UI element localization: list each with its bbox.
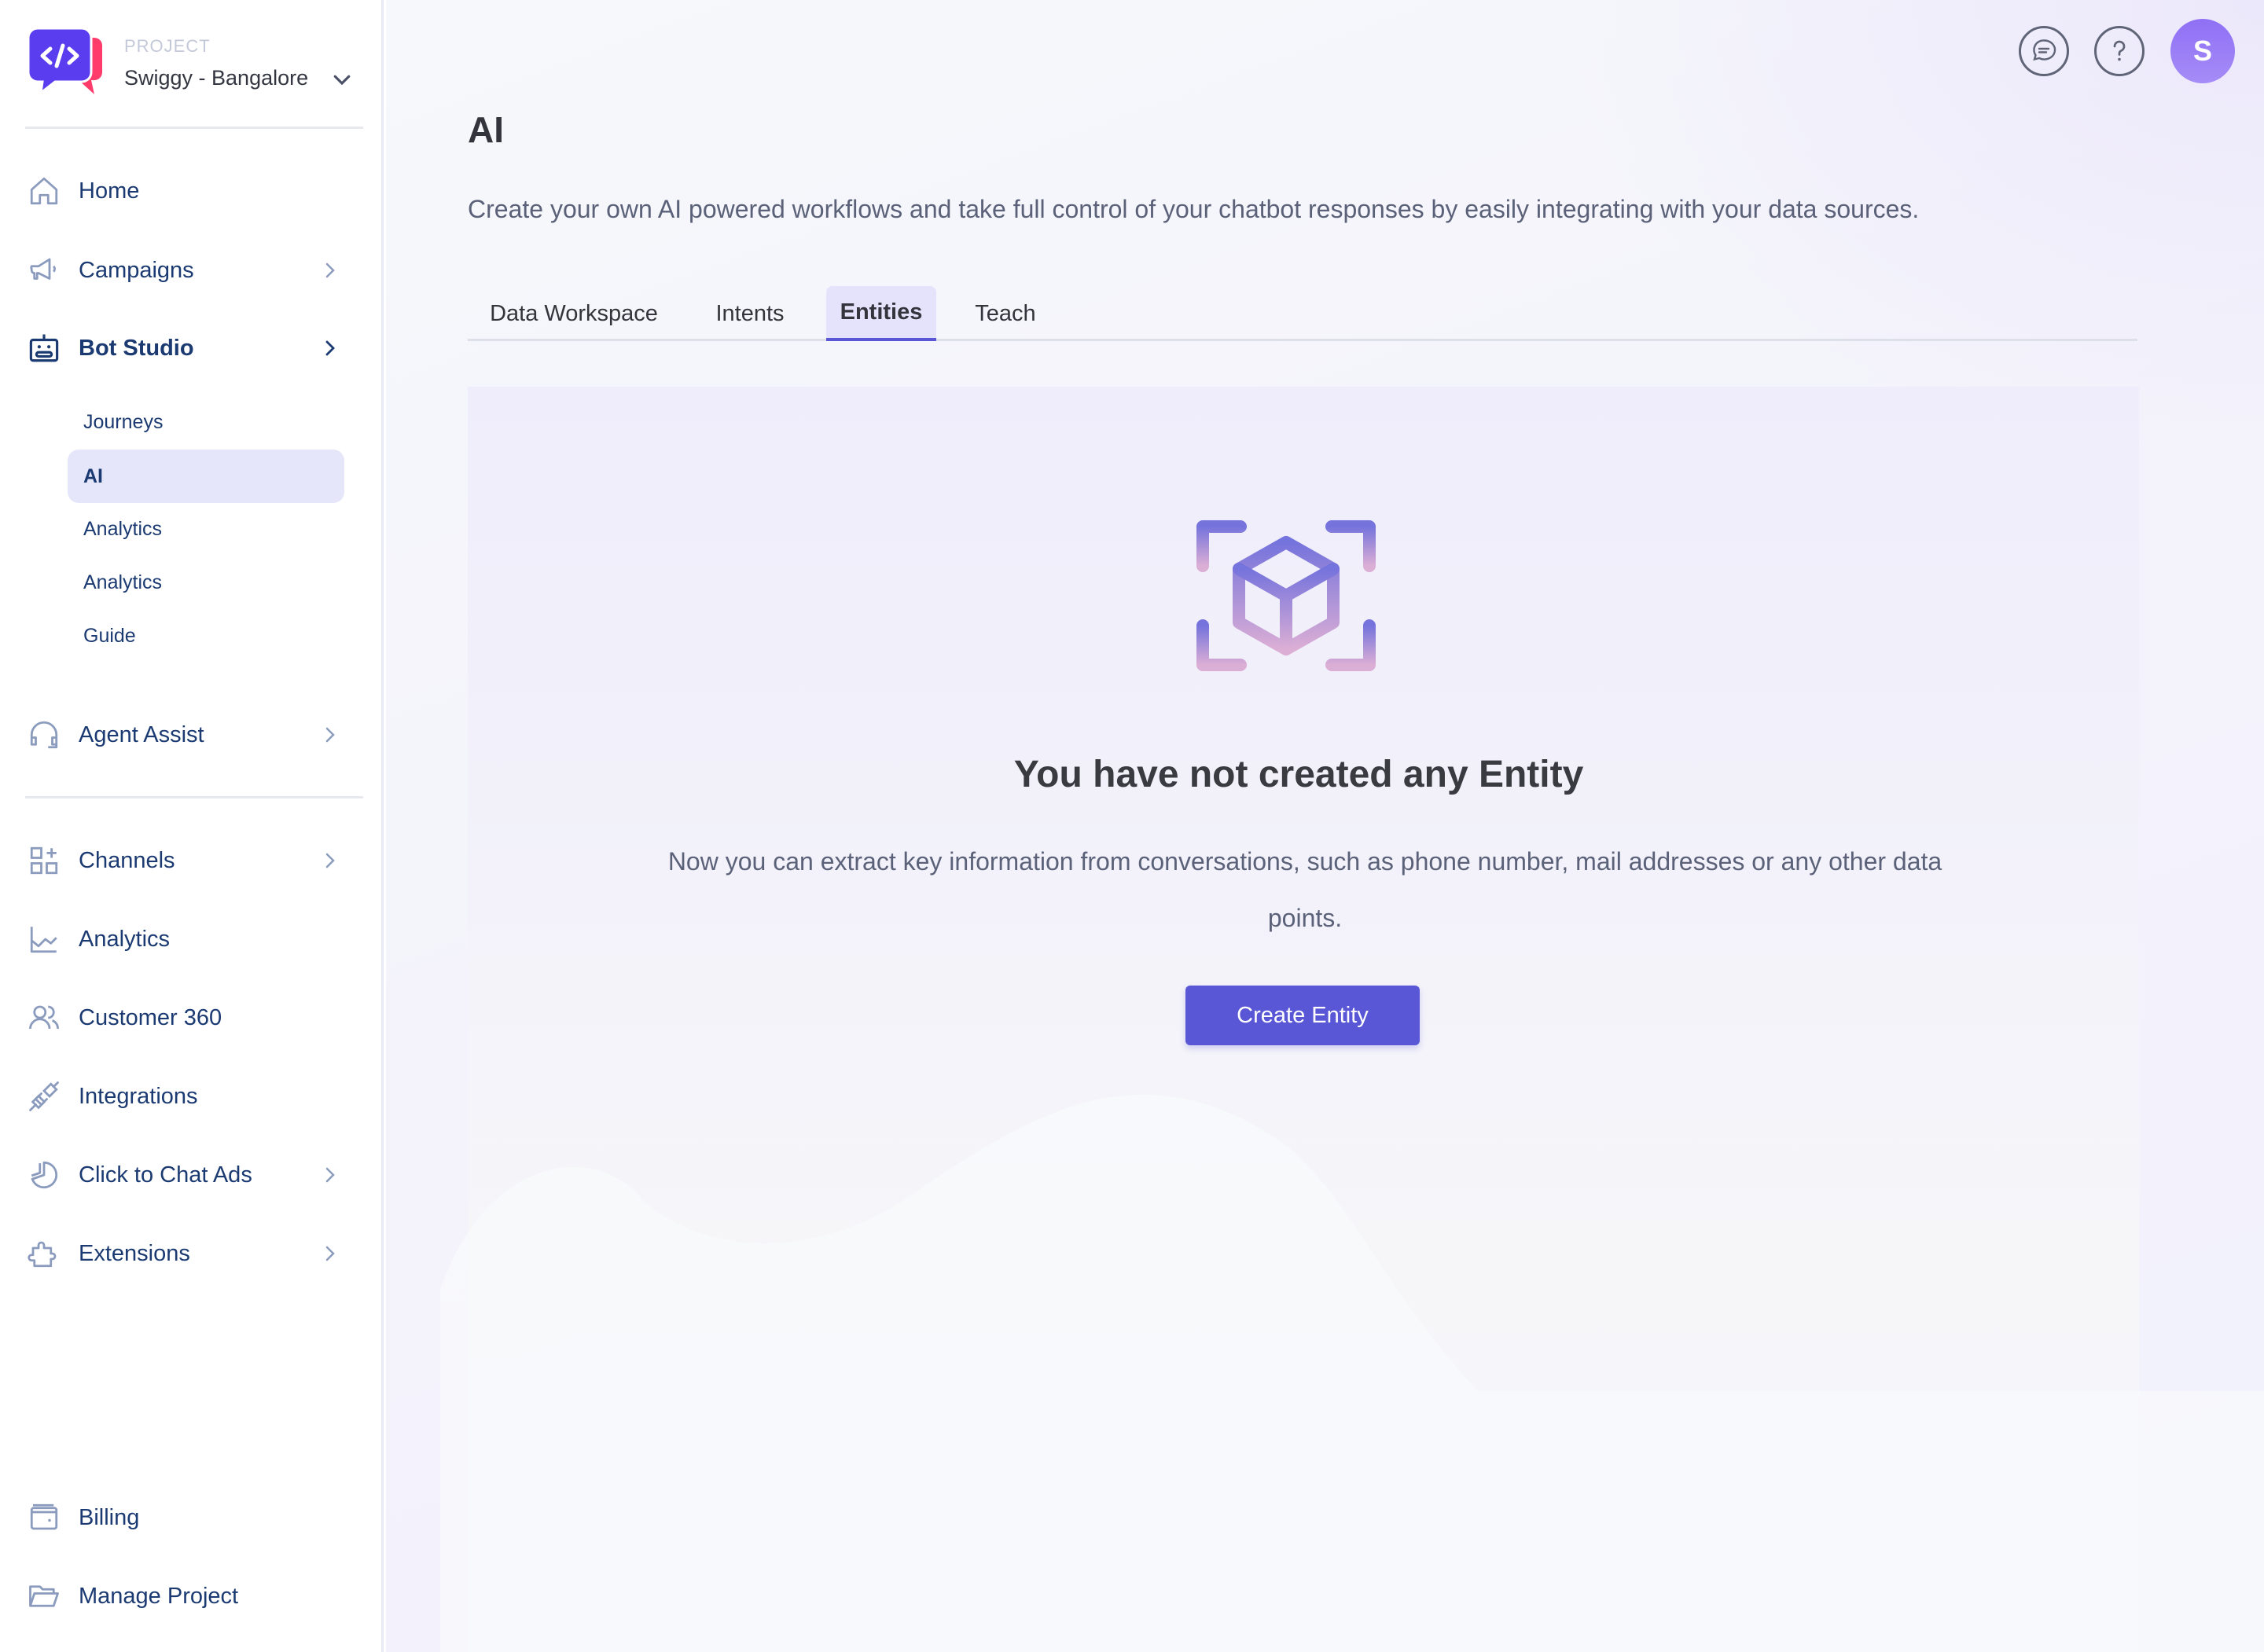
sidebar-item-analytics[interactable]: Analytics	[25, 914, 355, 964]
chevron-right-icon	[325, 1167, 335, 1183]
sidebar-item-channels[interactable]: Channels	[25, 835, 355, 886]
sidebar-subitem-analytics-2[interactable]: Analytics	[68, 556, 344, 609]
background-wave	[440, 1094, 2264, 1652]
sidebar-subitem-label: Analytics	[83, 517, 163, 540]
line-chart-icon	[27, 922, 61, 956]
sidebar-subitem-analytics[interactable]: Analytics	[68, 502, 344, 556]
sidebar-subitem-label: AI	[83, 464, 103, 487]
tab-entities[interactable]: Entities	[826, 286, 936, 341]
chevron-right-icon	[325, 853, 335, 868]
sidebar-subitem-label: Guide	[83, 624, 136, 647]
sidebar-subitem-label: Analytics	[83, 571, 163, 593]
headset-icon	[27, 718, 61, 752]
sidebar-item-label: Extensions	[79, 1240, 190, 1266]
sidebar-item-label: Bot Studio	[79, 335, 194, 361]
sidebar-item-label: Customer 360	[79, 1004, 222, 1030]
project-switcher[interactable]: PROJECT Swiggy - Bangalore	[28, 27, 358, 105]
sidebar-item-agent-assist[interactable]: Agent Assist	[25, 710, 355, 760]
logo-icon	[28, 27, 102, 96]
sidebar-item-click-to-chat-ads[interactable]: Click to Chat Ads	[25, 1150, 355, 1200]
sidebar-item-billing[interactable]: Billing	[25, 1492, 355, 1543]
help-button[interactable]	[2094, 26, 2145, 76]
sidebar-item-customer-360[interactable]: Customer 360	[25, 993, 355, 1043]
sidebar-item-label: Integrations	[79, 1083, 198, 1109]
sidebar-item-extensions[interactable]: Extensions	[25, 1228, 355, 1279]
sidebar-item-label: Billing	[79, 1504, 140, 1530]
megaphone-icon	[27, 253, 61, 288]
sidebar-item-label: Manage Project	[79, 1583, 239, 1609]
sidebar-item-label: Campaigns	[79, 257, 194, 283]
sidebar-item-label: Click to Chat Ads	[79, 1162, 252, 1188]
chevron-down-icon[interactable]	[330, 68, 354, 91]
sidebar-subitem-ai[interactable]: AI	[68, 450, 344, 503]
chat-button[interactable]	[2019, 26, 2069, 76]
avatar[interactable]: S	[2170, 19, 2235, 83]
chevron-right-icon	[325, 340, 335, 356]
sidebar-subitem-guide[interactable]: Guide	[68, 609, 344, 663]
puzzle-icon	[27, 1236, 61, 1271]
bot-icon	[27, 331, 61, 365]
tab-intents[interactable]: Intents	[691, 286, 809, 341]
divider	[25, 796, 363, 798]
main-content: S AI Create your own AI powered workflow…	[386, 0, 2264, 1652]
grid-plus-icon	[27, 843, 61, 878]
empty-state-description: Now you can extract key information from…	[667, 847, 1942, 932]
chevron-right-icon	[325, 727, 335, 743]
chevron-right-icon	[325, 1246, 335, 1261]
sidebar-item-integrations[interactable]: Integrations	[25, 1071, 355, 1122]
create-entity-button[interactable]: Create Entity	[1185, 986, 1420, 1045]
sidebar: PROJECT Swiggy - Bangalore Home Campaign…	[0, 0, 384, 1652]
sidebar-item-bot-studio[interactable]: Bot Studio	[25, 323, 355, 373]
divider	[25, 127, 363, 129]
project-name: Swiggy - Bangalore	[124, 66, 309, 90]
sidebar-item-label: Channels	[79, 847, 175, 873]
sidebar-subitem-journeys[interactable]: Journeys	[68, 395, 344, 449]
tab-bar: Data Workspace Intents Entities Teach	[468, 285, 2137, 341]
users-icon	[27, 1000, 61, 1035]
question-icon	[2113, 40, 2126, 61]
home-icon	[27, 174, 61, 208]
sidebar-item-label: Analytics	[79, 926, 171, 952]
page-title: AI	[468, 109, 504, 150]
wallet-icon	[27, 1500, 61, 1535]
cube-scan-icon	[1196, 520, 1376, 671]
sidebar-item-label: Agent Assist	[79, 721, 204, 747]
plug-icon	[27, 1079, 61, 1114]
page-description: Create your own AI powered workflows and…	[468, 195, 1920, 223]
sidebar-subitem-label: Journeys	[83, 410, 164, 433]
sidebar-item-label: Home	[79, 178, 140, 204]
chat-bubble-icon	[2033, 39, 2056, 61]
pie-chart-icon	[27, 1158, 61, 1192]
sidebar-item-home[interactable]: Home	[25, 166, 355, 216]
project-label: PROJECT	[124, 36, 211, 56]
chevron-right-icon	[325, 262, 335, 278]
sidebar-item-campaigns[interactable]: Campaigns	[25, 245, 355, 296]
sidebar-item-manage-project[interactable]: Manage Project	[25, 1571, 355, 1621]
tab-data-workspace[interactable]: Data Workspace	[468, 286, 680, 341]
folder-icon	[27, 1579, 61, 1613]
empty-state-title: You have not created any Entity	[1013, 754, 1584, 795]
tab-teach[interactable]: Teach	[950, 286, 1060, 341]
